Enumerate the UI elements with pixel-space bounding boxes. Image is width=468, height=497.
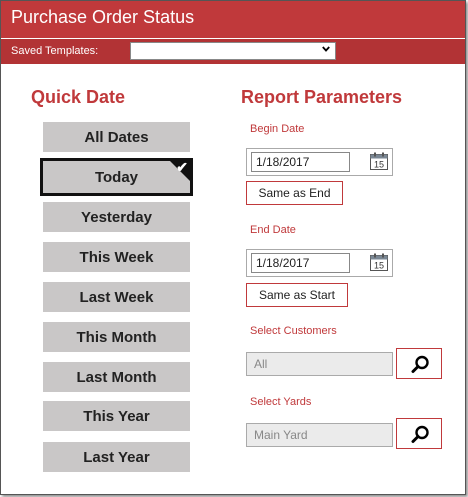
title-bar: Purchase Order Status — [1, 1, 465, 38]
svg-text:15: 15 — [374, 261, 384, 271]
quick-date-this-week-button[interactable]: This Week — [43, 242, 190, 272]
quick-date-last-year-button[interactable]: Last Year — [43, 442, 190, 472]
same-as-end-button[interactable]: Same as End — [246, 181, 343, 205]
quick-date-this-year-button[interactable]: This Year — [43, 401, 190, 431]
report-parameters-title: Report Parameters — [241, 87, 403, 107]
quick-date-last-month-button[interactable]: Last Month — [43, 362, 190, 392]
calendar-icon[interactable]: 15 — [370, 253, 388, 271]
chevron-down-icon — [322, 46, 330, 52]
select-yards-label: Select Yards — [250, 396, 312, 408]
begin-date-label: Begin Date — [250, 123, 305, 135]
customers-field[interactable]: All — [246, 352, 393, 376]
search-icon — [411, 425, 429, 443]
customers-search-button[interactable] — [396, 348, 442, 379]
saved-templates-label: Saved Templates: — [11, 45, 99, 57]
select-customers-label: Select Customers — [250, 325, 337, 337]
saved-templates-select[interactable] — [130, 42, 336, 60]
svg-text:15: 15 — [374, 160, 384, 170]
checkmark-icon: ✔ — [176, 159, 188, 175]
quick-date-today-label: Today — [94, 168, 139, 186]
templates-bar: Saved Templates: — [1, 39, 465, 64]
quick-date-title: Quick Date — [31, 87, 126, 107]
quick-date-last-week-button[interactable]: Last Week — [43, 282, 190, 312]
same-as-start-button[interactable]: Same as Start — [246, 283, 348, 307]
begin-date-input[interactable]: 1/18/2017 — [251, 152, 350, 172]
end-date-picker: 1/18/2017 15 — [246, 249, 393, 277]
quick-date-all-dates-button[interactable]: All Dates — [43, 122, 190, 152]
begin-date-picker: 1/18/2017 15 — [246, 148, 393, 176]
quick-date-yesterday-button[interactable]: Yesterday — [43, 202, 190, 232]
quick-date-today-button[interactable]: Today ✔ — [40, 158, 193, 196]
search-icon — [411, 355, 429, 373]
end-date-label: End Date — [250, 224, 296, 236]
quick-date-this-month-button[interactable]: This Month — [43, 322, 190, 352]
window: Purchase Order Status Saved Templates: Q… — [0, 0, 466, 495]
end-date-input[interactable]: 1/18/2017 — [251, 253, 350, 273]
window-title: Purchase Order Status — [11, 7, 195, 27]
yards-field[interactable]: Main Yard — [246, 423, 393, 447]
yards-search-button[interactable] — [396, 418, 442, 449]
calendar-icon[interactable]: 15 — [370, 152, 388, 170]
